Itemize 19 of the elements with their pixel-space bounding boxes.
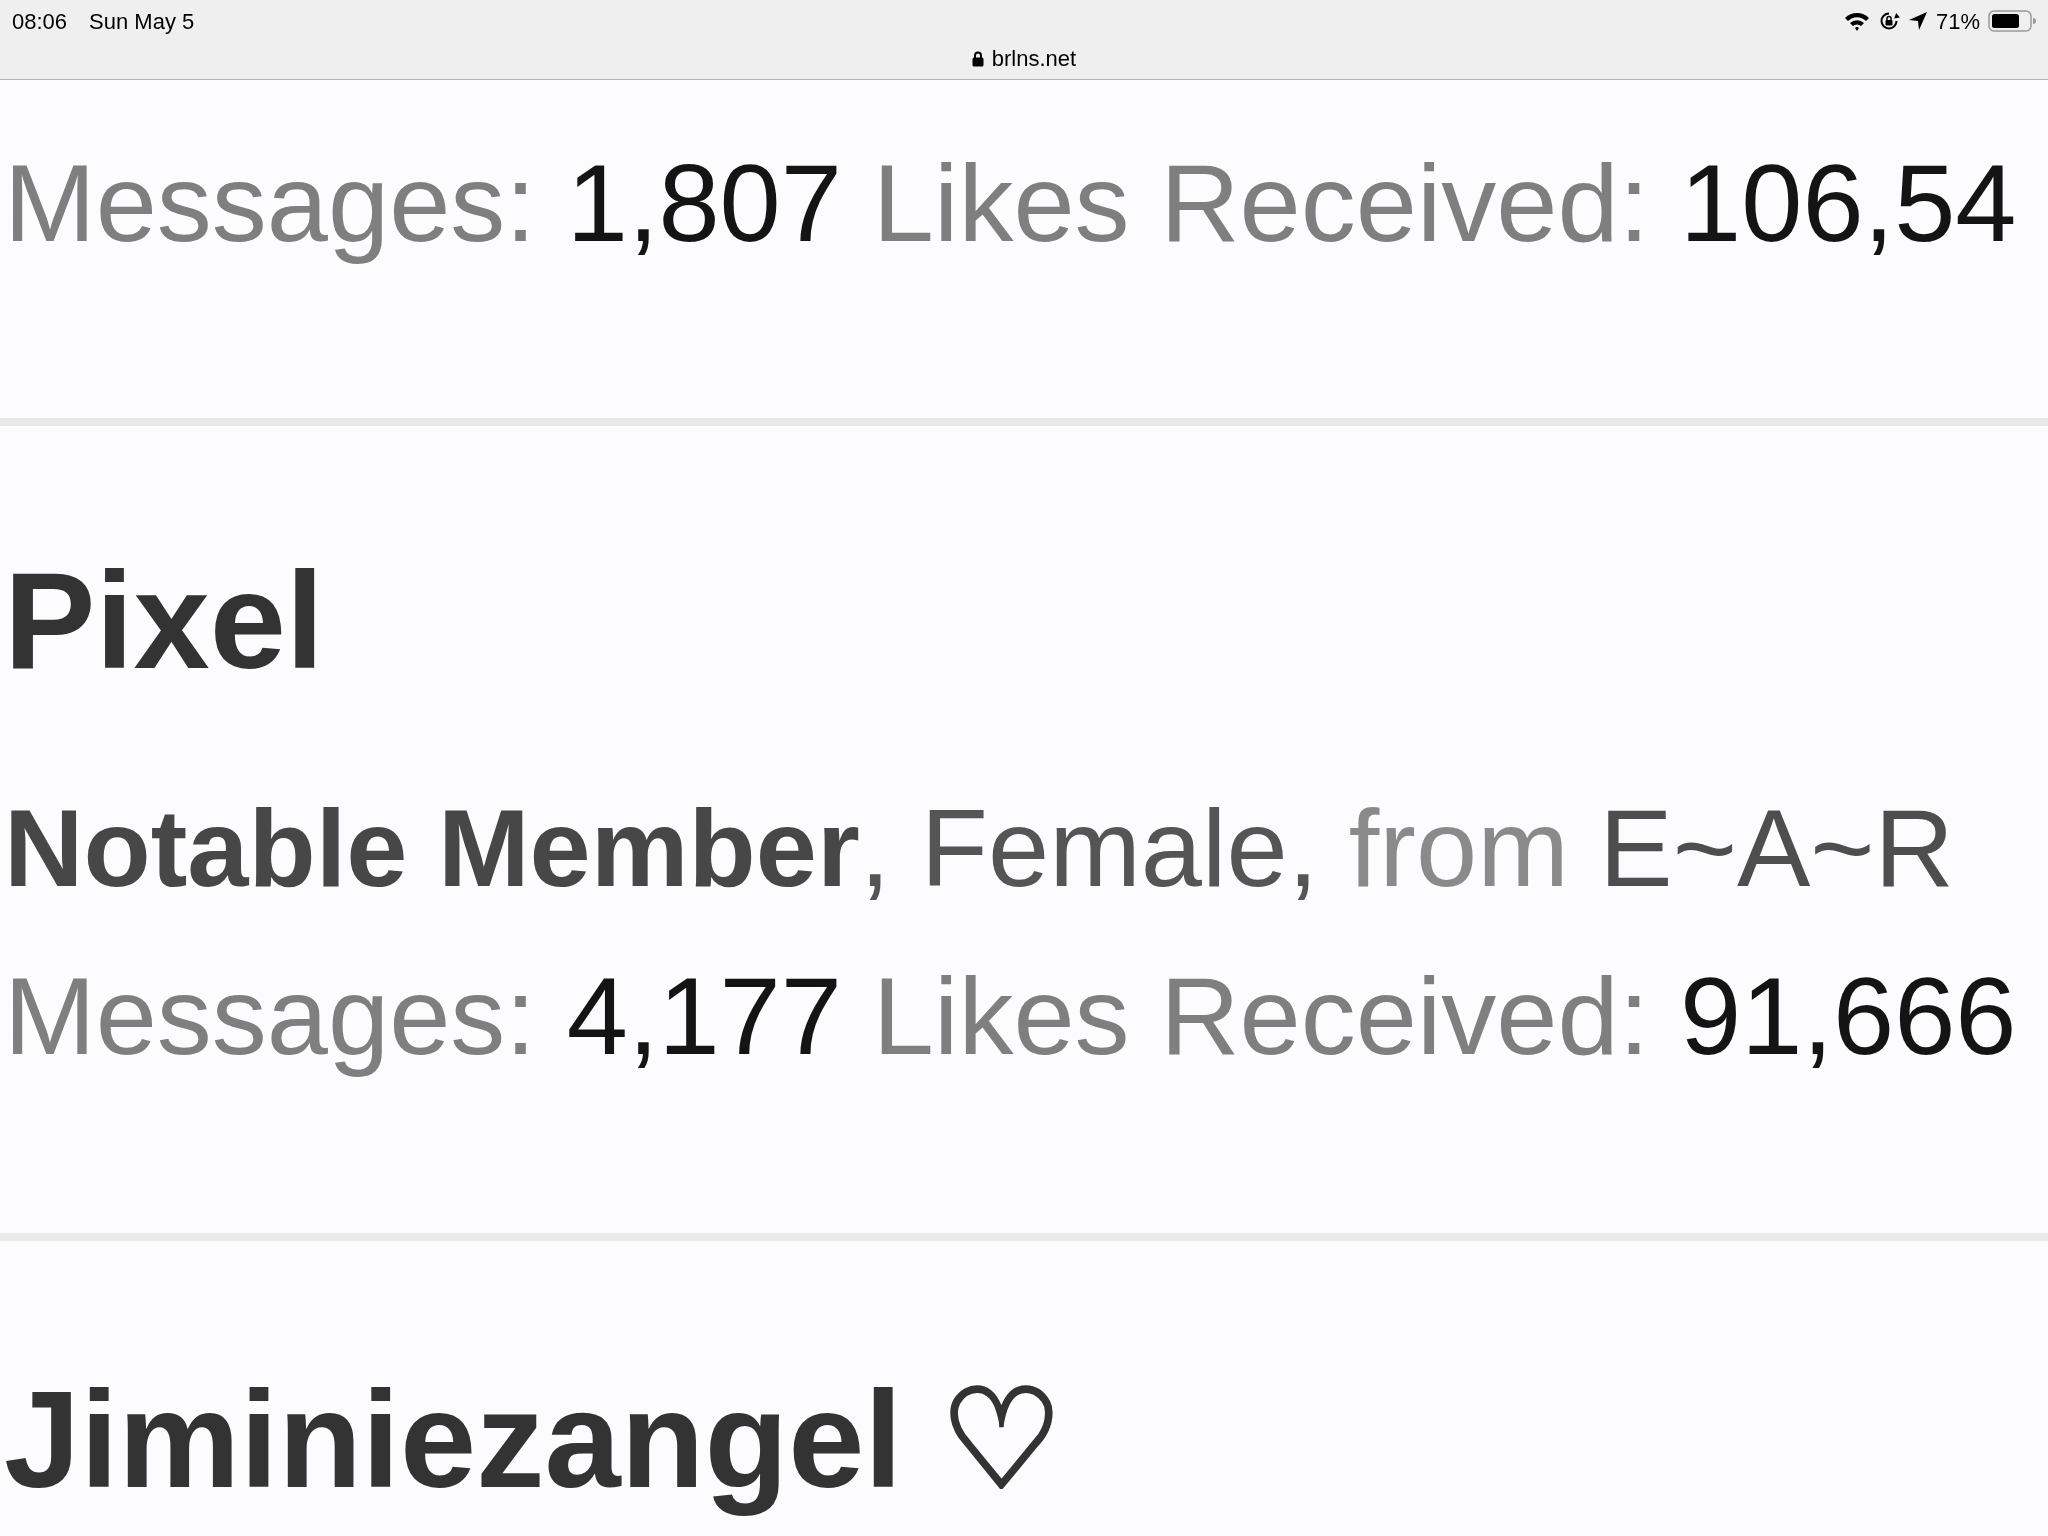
battery-icon: [1988, 10, 2036, 32]
stat-label: Messages:: [4, 140, 536, 266]
url-text[interactable]: brlns.net: [991, 42, 1077, 75]
stat-value: 91,666: [1680, 953, 2017, 1080]
status-date: Sun May 5: [89, 7, 195, 36]
location-arrow-icon: [1907, 11, 1928, 31]
stat-value: 106,54: [1680, 140, 2017, 266]
member-info: Notable Member, Female, from E~A~R: [3, 784, 1954, 911]
status-time: 08:06: [12, 7, 68, 36]
lock-icon: [971, 50, 984, 67]
stat-label: Likes Received:: [872, 953, 1650, 1080]
battery-percent: 71%: [1935, 7, 1980, 36]
member-name[interactable]: Jiminiezangel ♡: [0, 1350, 1064, 1529]
wifi-icon: [1843, 11, 1870, 31]
stat-value: 4,177: [566, 953, 842, 1080]
stat-label: Messages:: [4, 953, 536, 1080]
stat-label: Likes Received:: [872, 140, 1650, 266]
member-name[interactable]: Pixel: [0, 531, 324, 710]
stat-value: 1,807: [566, 140, 842, 266]
